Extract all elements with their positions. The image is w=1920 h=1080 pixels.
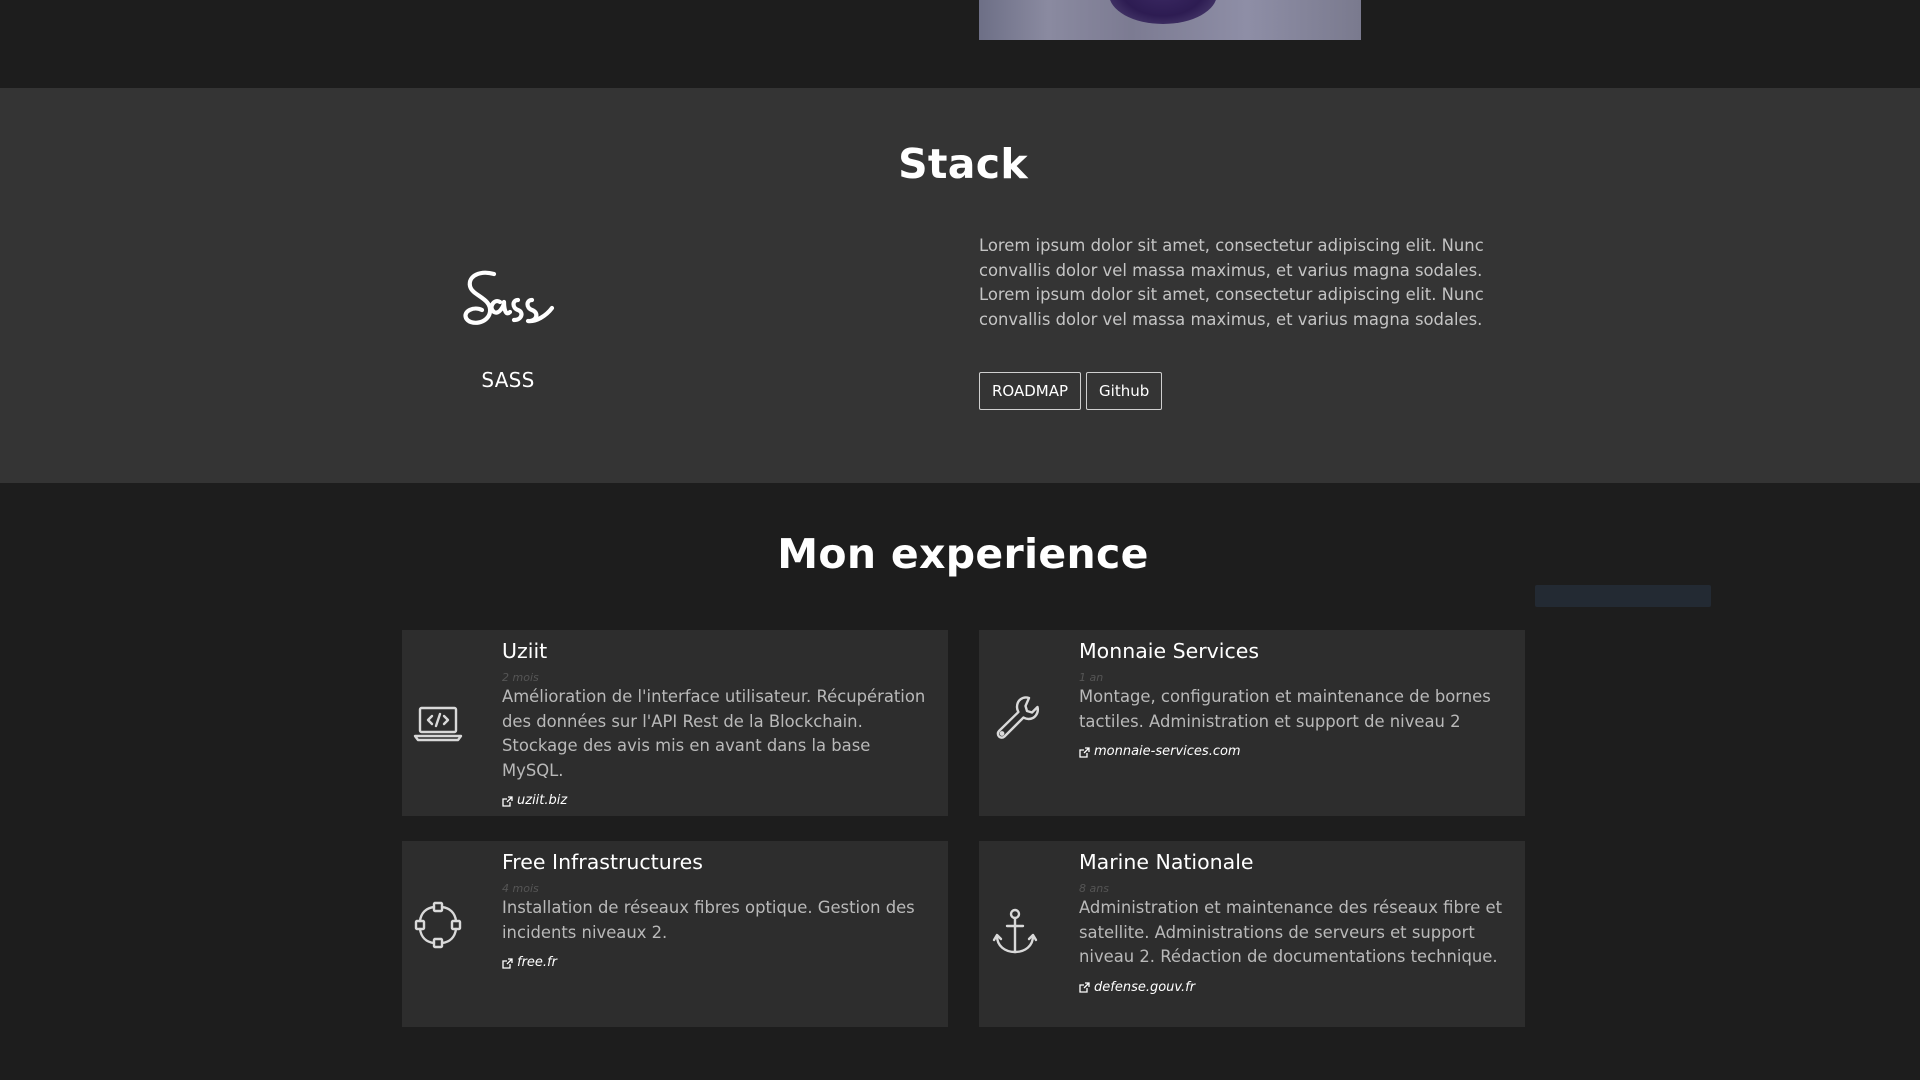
tech-name-label: SASS (481, 368, 535, 392)
card-link[interactable]: uziit.biz (502, 793, 932, 809)
card-link-text[interactable]: defense.gouv.fr (1094, 980, 1195, 996)
card-company: Free Infrastructures (502, 850, 703, 874)
wrench-icon (996, 696, 1040, 739)
card-description: Administration et maintenance des réseau… (1079, 898, 1503, 966)
network-icon (414, 901, 462, 949)
stack-section: Stack SASS Lorem ipsum dolor sit amet, c… (0, 88, 1920, 483)
card-link[interactable]: free.fr (502, 955, 932, 971)
experience-card-marine-nationale: Marine Nationale 8 ans Administration et… (979, 841, 1525, 1027)
experience-title: Mon experience (777, 530, 1149, 578)
card-description: Amélioration de l'interface utilisateur.… (502, 687, 926, 780)
card-company: Uziit (502, 639, 548, 663)
laptop-code-icon (413, 706, 463, 742)
card-company: Monnaie Services (1079, 639, 1260, 663)
card-link[interactable]: defense.gouv.fr (1079, 980, 1509, 996)
card-link[interactable]: monnaie-services.com (1079, 744, 1509, 760)
card-body: Free Infrastructures 4 mois Installation… (502, 849, 932, 971)
profile-photo-face (1109, 0, 1217, 24)
external-link-icon (1079, 746, 1090, 758)
card-link-text[interactable]: monnaie-services.com (1094, 744, 1241, 760)
experience-card-uziit: Uziit 2 mois Amélioration de l'interface… (402, 630, 948, 816)
card-body: Monnaie Services 1 an Montage, configura… (1079, 638, 1509, 760)
card-link-text[interactable]: free.fr (517, 955, 557, 971)
github-button[interactable]: Github (1086, 372, 1163, 410)
card-link-text[interactable]: uziit.biz (517, 793, 567, 809)
card-duration: 8 ans (1079, 882, 1109, 895)
card-duration: 1 an (1079, 671, 1104, 684)
card-body: Marine Nationale 8 ans Administration et… (1079, 849, 1509, 996)
card-duration: 2 mois (502, 671, 539, 684)
stack-title: Stack (898, 140, 1028, 188)
external-link-icon (1079, 982, 1090, 993)
card-duration: 4 mois (502, 882, 539, 895)
experience-card-free-infrastructures: Free Infrastructures 4 mois Installation… (402, 841, 948, 1027)
external-link-icon (502, 957, 513, 969)
card-description: Montage, configuration et maintenance de… (1079, 687, 1491, 731)
anchor-icon (992, 908, 1038, 954)
card-body: Uziit 2 mois Amélioration de l'interface… (502, 638, 932, 809)
external-link-icon (502, 795, 513, 807)
stack-description: Lorem ipsum dolor sit amet, consectetur … (979, 236, 1484, 329)
sass-logo-icon (463, 270, 555, 325)
card-company: Marine Nationale (1079, 850, 1254, 874)
card-description: Installation de réseaux fibres optique. … (502, 898, 915, 942)
faint-bar (1535, 585, 1711, 607)
roadmap-button[interactable]: ROADMAP (979, 372, 1082, 410)
stack-button-row: ROADMAP Github (979, 372, 1163, 410)
experience-card-monnaie-services: Monnaie Services 1 an Montage, configura… (979, 630, 1525, 816)
profile-photo (979, 0, 1361, 40)
top-strip (0, 0, 1920, 88)
